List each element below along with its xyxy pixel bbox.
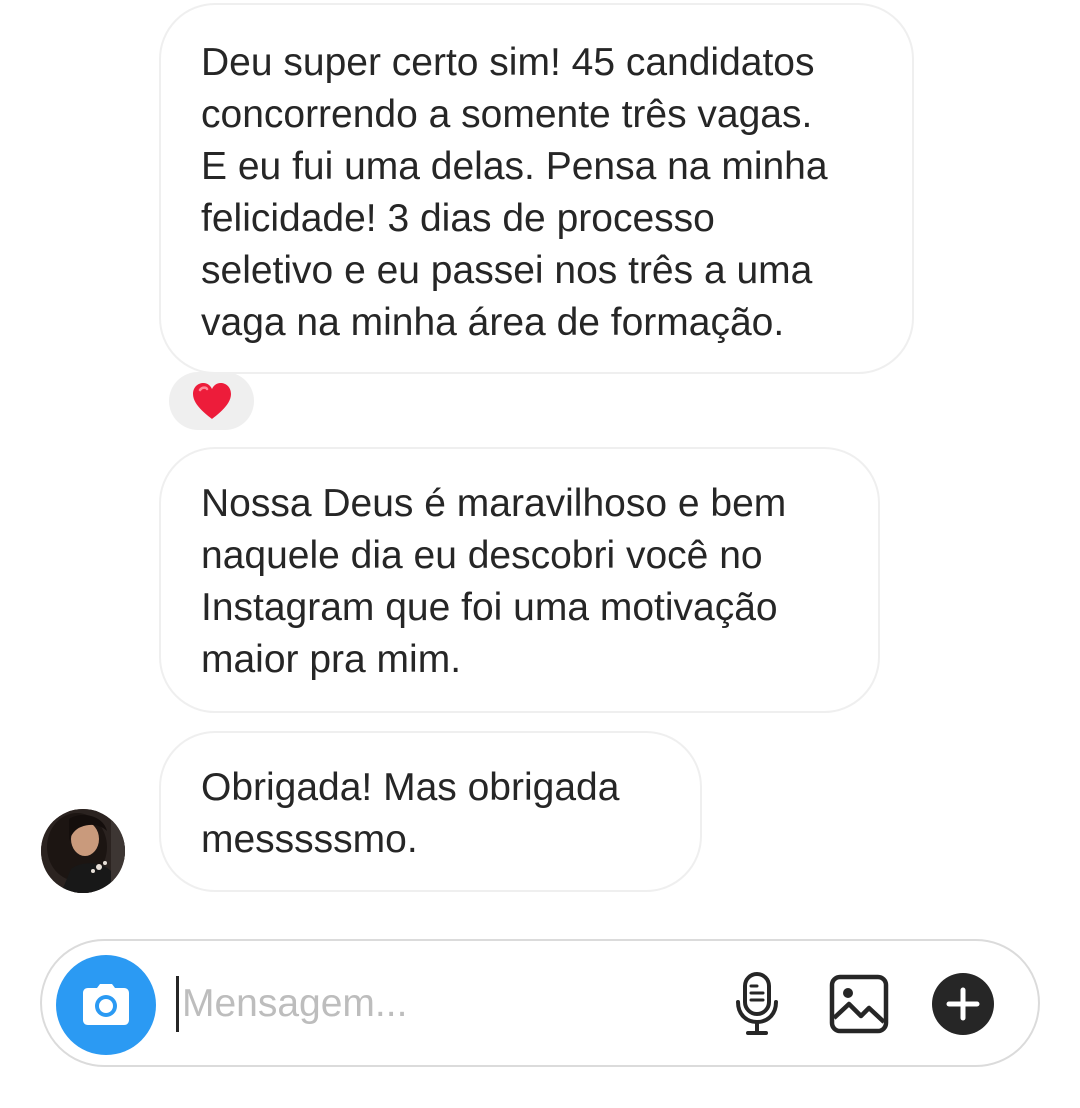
message-bubble[interactable]: Obrigada! Mas obrigada messsssmo. [159, 731, 702, 892]
plus-icon [932, 973, 994, 1035]
message-bubble[interactable]: Nossa Deus é maravilhoso e bem naquele d… [159, 447, 880, 713]
camera-button[interactable] [56, 955, 156, 1055]
message-composer [40, 939, 1040, 1067]
avatar[interactable] [41, 809, 125, 893]
more-options-button[interactable] [930, 971, 996, 1037]
message-bubble[interactable]: Deu super certo sim! 45 candidatos conco… [159, 3, 914, 374]
gallery-icon [829, 974, 889, 1034]
heart-reaction[interactable] [169, 372, 254, 430]
voice-message-button[interactable] [724, 969, 790, 1039]
gallery-button[interactable] [826, 971, 892, 1037]
message-input[interactable] [182, 965, 702, 1043]
microphone-icon [736, 972, 778, 1035]
camera-icon [83, 984, 129, 1025]
heart-icon [192, 383, 231, 419]
text-cursor [176, 976, 179, 1032]
avatar-image [41, 809, 125, 893]
